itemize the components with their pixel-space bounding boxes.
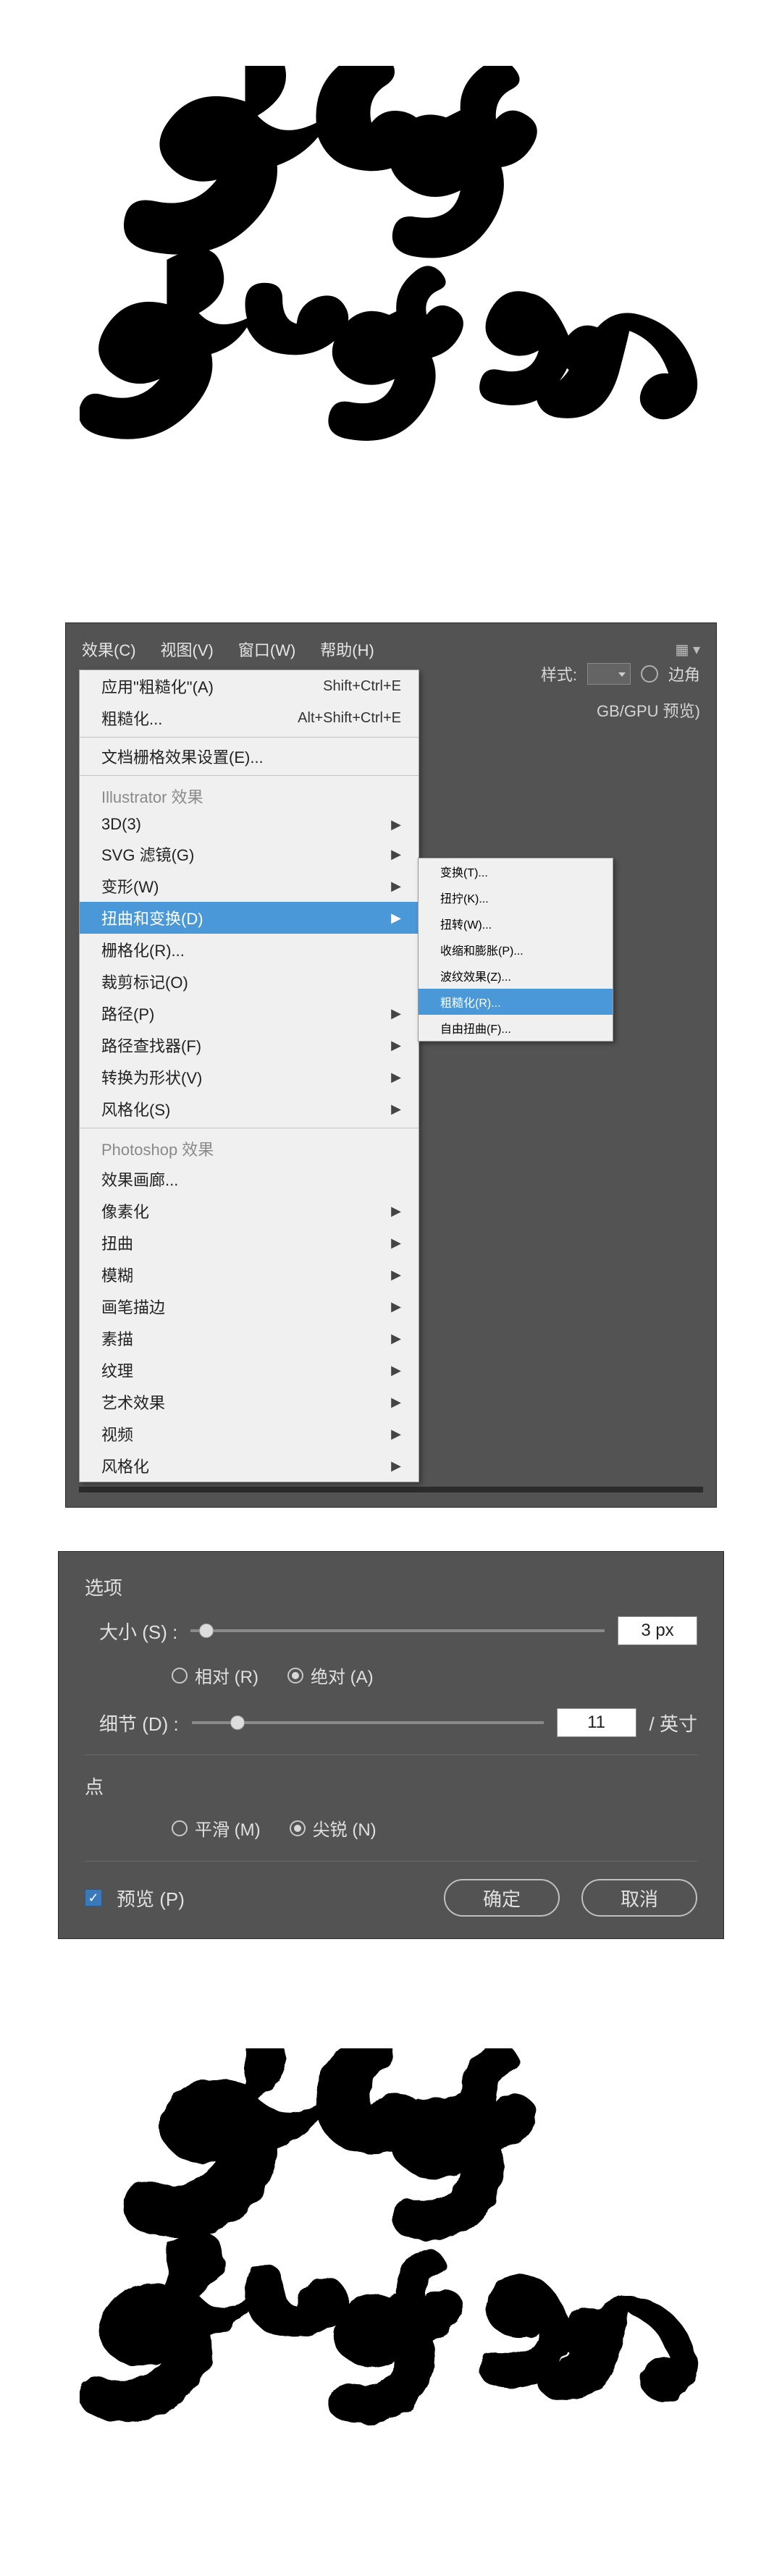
- effects-dropdown: 应用"粗糙化"(A) Shift+Ctrl+E 粗糙化... Alt+Shift…: [79, 670, 419, 1482]
- menu-pathfinder[interactable]: 路径查找器(F)▶: [80, 1029, 419, 1061]
- distort-transform-submenu: 变换(T)... 扭拧(K)... 扭转(W)... 收缩和膨胀(P)... 波…: [418, 858, 613, 1042]
- menubar-tool-icons: ▦ ▾: [676, 641, 701, 659]
- size-slider[interactable]: [190, 1629, 605, 1632]
- menu-roughen[interactable]: 粗糙化... Alt+Shift+Ctrl+E: [80, 702, 419, 734]
- menu-rasterize[interactable]: 栅格化(R)...: [80, 934, 419, 966]
- submenu-twist[interactable]: 扭转(W)...: [419, 911, 613, 937]
- size-relative-radio[interactable]: 相对 (R): [172, 1663, 258, 1688]
- submenu-free-distort[interactable]: 自由扭曲(F)...: [419, 1015, 613, 1041]
- menubar-view[interactable]: 视图(V): [161, 638, 214, 661]
- typography-artwork-before: [29, 43, 753, 550]
- effects-menu-panel: 效果(C) 视图(V) 窗口(W) 帮助(H) ▦ ▾ 样式: 边角 GB/GP…: [65, 622, 717, 1508]
- submenu-transform[interactable]: 变换(T)...: [419, 858, 613, 884]
- menu-doc-raster-settings[interactable]: 文档栅格效果设置(E)...: [80, 740, 419, 772]
- menu-sketch[interactable]: 素描▶: [80, 1322, 419, 1354]
- menu-stylize-ai[interactable]: 风格化(S)▶: [80, 1093, 419, 1125]
- submenu-roughen[interactable]: 粗糙化(R)...: [419, 989, 613, 1015]
- menu-stylize-ps[interactable]: 风格化▶: [80, 1450, 419, 1482]
- menu-crop-marks[interactable]: 裁剪标记(O): [80, 966, 419, 997]
- roughen-dialog: 选项 大小 (S) : 3 px 相对 (R) 绝对 (A) 细节 (D) : …: [58, 1551, 724, 1939]
- menu-warp[interactable]: 变形(W)▶: [80, 870, 419, 902]
- preview-checkbox[interactable]: ✓: [85, 1889, 102, 1906]
- preview-label: 预览 (P): [117, 1885, 185, 1912]
- menu-header-photoshop: Photoshop 效果: [80, 1131, 419, 1163]
- detail-unit: / 英寸: [649, 1710, 697, 1736]
- points-smooth-radio[interactable]: 平滑 (M): [172, 1815, 261, 1841]
- menu-artistic[interactable]: 艺术效果▶: [80, 1386, 419, 1418]
- cancel-button[interactable]: 取消: [581, 1879, 697, 1917]
- size-label: 大小 (S) :: [99, 1618, 177, 1644]
- options-group-label: 选项: [85, 1574, 697, 1600]
- menu-apply-last[interactable]: 应用"粗糙化"(A) Shift+Ctrl+E: [80, 670, 419, 702]
- menu-convert-shape[interactable]: 转换为形状(V)▶: [80, 1061, 419, 1093]
- submenu-tweak[interactable]: 扭拧(K)...: [419, 884, 613, 911]
- ok-button[interactable]: 确定: [444, 1879, 560, 1917]
- detail-field[interactable]: 11: [557, 1708, 636, 1737]
- menu-effect-gallery[interactable]: 效果画廊...: [80, 1163, 419, 1195]
- menu-texture[interactable]: 纹理▶: [80, 1354, 419, 1386]
- menu-distort-ps[interactable]: 扭曲▶: [80, 1227, 419, 1259]
- submenu-pucker-bloat[interactable]: 收缩和膨胀(P)...: [419, 937, 613, 963]
- menubar-window[interactable]: 窗口(W): [238, 638, 295, 661]
- detail-slider[interactable]: [192, 1721, 544, 1724]
- typography-artwork-after: [29, 2026, 753, 2533]
- menubar-effects[interactable]: 效果(C): [82, 638, 136, 661]
- menu-video[interactable]: 视频▶: [80, 1418, 419, 1450]
- menu-distort-transform[interactable]: 扭曲和变换(D)▶: [80, 902, 419, 934]
- menubar-help[interactable]: 帮助(H): [320, 638, 374, 661]
- points-sharp-radio[interactable]: 尖锐 (N): [290, 1815, 377, 1841]
- artwork-svg: [80, 66, 702, 528]
- menu-pixelate[interactable]: 像素化▶: [80, 1195, 419, 1227]
- menu-header-illustrator: Illustrator 效果: [80, 779, 419, 811]
- points-group-label: 点: [85, 1773, 697, 1799]
- menu-blur[interactable]: 模糊▶: [80, 1259, 419, 1291]
- size-absolute-radio[interactable]: 绝对 (A): [287, 1663, 374, 1688]
- menu-brush-strokes[interactable]: 画笔描边▶: [80, 1291, 419, 1322]
- menu-path[interactable]: 路径(P)▶: [80, 997, 419, 1029]
- menu-svg-filters[interactable]: SVG 滤镜(G)▶: [80, 838, 419, 870]
- menu-3d[interactable]: 3D(3)▶: [80, 811, 419, 838]
- size-field[interactable]: 3 px: [618, 1616, 697, 1645]
- detail-label: 细节 (D) :: [99, 1710, 179, 1736]
- artwork-svg-roughened: [80, 2048, 702, 2511]
- submenu-zigzag[interactable]: 波纹效果(Z)...: [419, 963, 613, 989]
